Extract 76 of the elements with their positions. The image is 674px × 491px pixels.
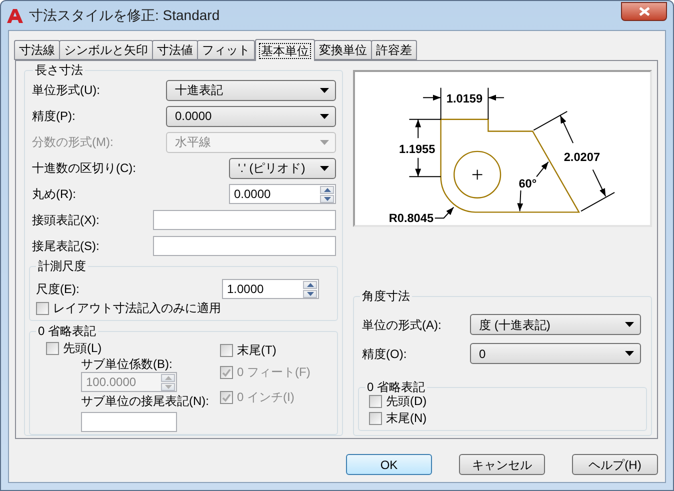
tab[interactable]: シンボルと矢印 xyxy=(59,40,153,60)
field-label: 精度(P): xyxy=(32,108,76,125)
field-label: 精度(O): xyxy=(362,346,407,362)
checkbox-label: 末尾(T) xyxy=(237,343,276,357)
caret-icon xyxy=(625,351,634,356)
dimension-text: 1.0159 xyxy=(446,92,483,106)
app-logo-icon xyxy=(7,8,23,24)
checkbox[interactable] xyxy=(46,342,59,354)
caret-icon xyxy=(625,322,634,327)
down-arrow-icon xyxy=(324,196,330,200)
checkbox-label: 先頭(L) xyxy=(63,341,102,355)
spin-down-button[interactable] xyxy=(303,290,317,298)
dimension-text: R0.8045 xyxy=(388,211,434,225)
checkbox[interactable] xyxy=(369,394,382,408)
dropdown[interactable]: '.' (ピリオド) xyxy=(229,158,336,178)
dimension-text: 60° xyxy=(518,176,537,190)
window-title: 寸法スタイルを修正: Standard xyxy=(29,6,220,25)
group-title: 0 省略表記 xyxy=(366,381,426,393)
spin-down-button[interactable] xyxy=(320,194,334,202)
up-arrow-icon xyxy=(324,188,330,192)
tab[interactable]: 変換単位 xyxy=(314,40,372,60)
checkbox-label: 0 インチ(I) xyxy=(237,390,294,404)
dialog-button[interactable]: キャンセル xyxy=(459,454,545,475)
field-label: 単位の形式(A): xyxy=(362,316,442,334)
field-label: サブ単位係数(B): xyxy=(81,357,174,371)
group-title: 長さ寸法 xyxy=(34,63,84,77)
dropdown[interactable]: 度 (十進表記) xyxy=(470,314,641,335)
caret-icon xyxy=(320,114,329,118)
spin-up-button[interactable] xyxy=(320,186,334,194)
field-label: 丸め(R): xyxy=(32,186,76,203)
checkbox-label: 0 フィート(F) xyxy=(237,365,310,379)
dropdown[interactable]: 0 xyxy=(470,343,641,364)
tab[interactable]: 寸法線 xyxy=(14,40,60,60)
spin-up-button[interactable] xyxy=(303,280,317,288)
close-icon xyxy=(638,6,650,16)
dialog-button[interactable]: OK xyxy=(346,454,432,475)
up-arrow-icon xyxy=(164,376,172,380)
caret-icon xyxy=(320,140,329,144)
field-label: 単位形式(U): xyxy=(32,82,100,99)
dimension-line xyxy=(434,206,454,219)
checkbox[interactable] xyxy=(369,412,382,424)
tab[interactable]: 許容差 xyxy=(371,40,417,60)
caret-icon xyxy=(320,166,329,170)
checkbox[interactable] xyxy=(220,344,233,356)
dimension-text: 2.0207 xyxy=(564,150,600,164)
field-label: 尺度(E): xyxy=(36,281,80,298)
group-title: 0 省略表記 xyxy=(37,324,98,338)
up-arrow-icon xyxy=(306,282,314,286)
text-field[interactable] xyxy=(81,412,177,432)
down-arrow-icon xyxy=(306,292,314,296)
close-button[interactable] xyxy=(621,2,667,20)
checkbox-label: レイアウト寸法記入のみに適用 xyxy=(53,301,221,315)
tab[interactable]: 基本単位 xyxy=(255,39,315,61)
text-field[interactable] xyxy=(153,236,336,256)
field-label: 分数の形式(M): xyxy=(32,134,114,151)
field-label: 十進数の区切り(C): xyxy=(32,160,136,177)
group-title: 計測尺度 xyxy=(37,259,87,273)
text-field[interactable] xyxy=(153,210,336,230)
field-label: 接尾表記(S): xyxy=(32,238,100,255)
spinner-field[interactable]: 1.0000 xyxy=(222,279,319,299)
field-label: サブ単位の接尾表記(N): xyxy=(81,394,210,408)
down-arrow-icon xyxy=(164,384,172,388)
field-label: 接頭表記(X): xyxy=(32,212,100,229)
dimension-text: 1.1955 xyxy=(399,142,436,156)
caret-icon xyxy=(320,88,329,92)
checkbox-label: 先頭(D) xyxy=(386,394,427,408)
tab[interactable]: 寸法値 xyxy=(152,40,198,60)
dropdown[interactable]: 0.0000 xyxy=(166,106,336,126)
spinner-field[interactable]: 0.0000 xyxy=(229,184,336,204)
checkbox[interactable] xyxy=(36,302,49,314)
group-title: 角度寸法 xyxy=(361,289,411,303)
checkbox-label: 末尾(N) xyxy=(386,411,427,425)
dialog-button[interactable]: ヘルプ(H) xyxy=(572,454,658,475)
tab[interactable]: フィット xyxy=(197,40,255,60)
center-mark-icon xyxy=(472,169,483,180)
dropdown[interactable]: 十進表記 xyxy=(166,80,336,100)
